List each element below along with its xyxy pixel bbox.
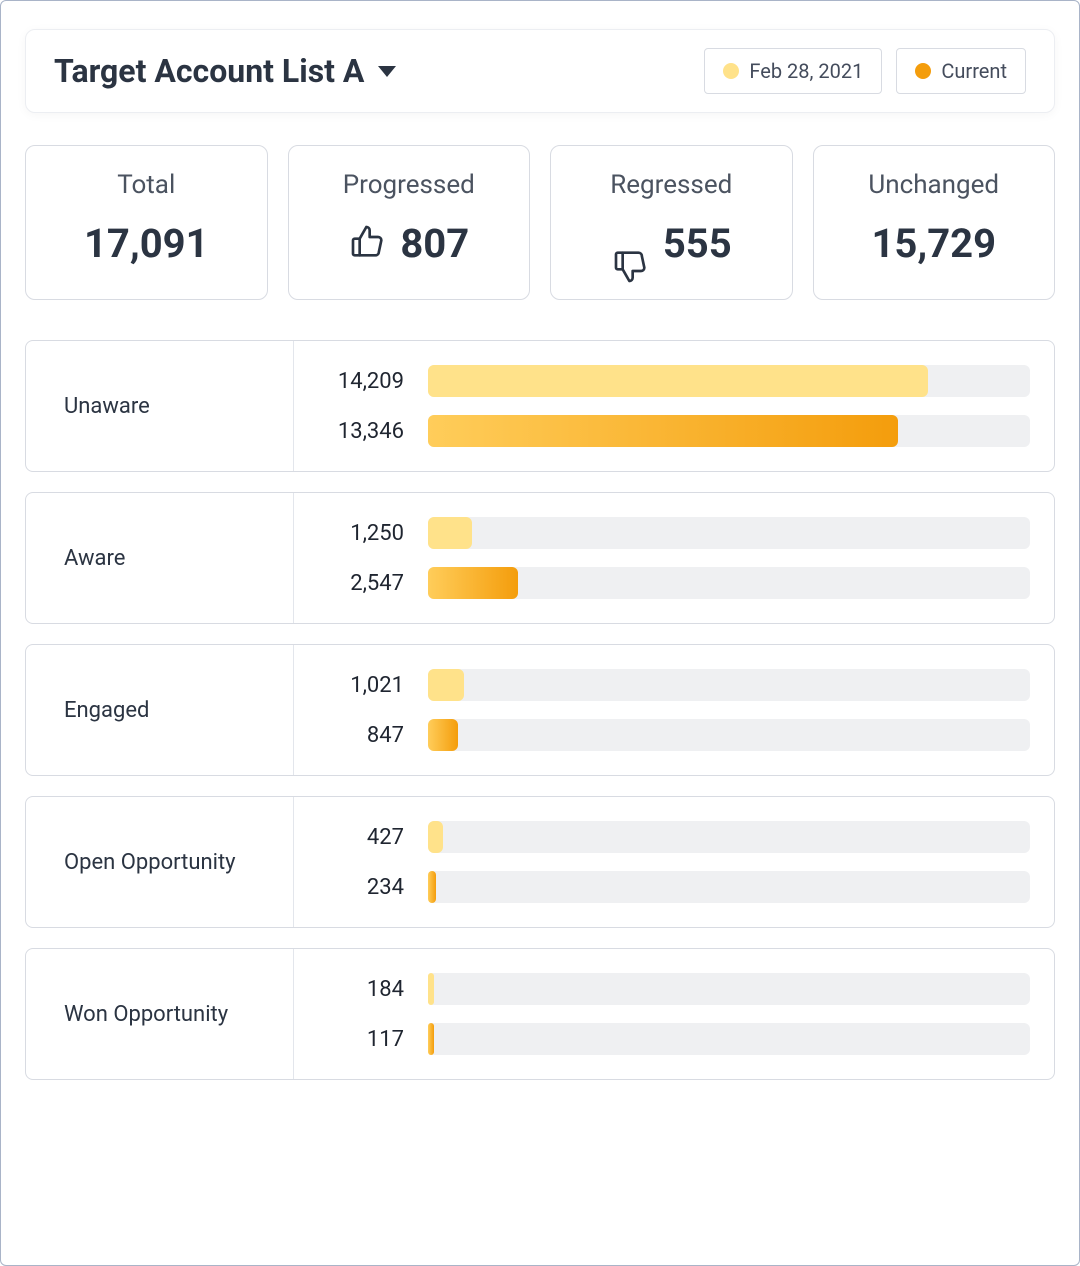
thumb-up-icon (348, 222, 388, 266)
stage-row: Unaware 14,209 13,346 (25, 340, 1055, 472)
stage-bars: 427 234 (294, 797, 1054, 927)
stage-name: Engaged (64, 698, 149, 723)
kpi-value: 15,729 (871, 220, 996, 267)
bar-line-past: 427 (304, 821, 1030, 853)
bar-line-current: 847 (304, 719, 1030, 751)
kpi-card-total: Total 17,091 (25, 145, 268, 300)
legend-past-dot-icon (723, 63, 739, 79)
legend-current-label: Current (941, 59, 1007, 83)
bar-track (428, 871, 1030, 903)
bar-track (428, 669, 1030, 701)
bar-track (428, 517, 1030, 549)
account-list-dropdown[interactable]: Target Account List A (54, 52, 396, 90)
legend-current-pill[interactable]: Current (896, 48, 1026, 94)
bar-value: 14,209 (304, 369, 404, 394)
kpi-label: Regressed (610, 170, 732, 200)
bar-line-past: 184 (304, 973, 1030, 1005)
stage-bars: 1,250 2,547 (294, 493, 1054, 623)
stage-bars: 184 117 (294, 949, 1054, 1079)
legend-current-dot-icon (915, 63, 931, 79)
bar-line-past: 1,250 (304, 517, 1030, 549)
bar-value: 13,346 (304, 419, 404, 444)
kpi-label: Unchanged (868, 170, 999, 200)
stage-name: Unaware (64, 394, 150, 419)
bar-line-past: 1,021 (304, 669, 1030, 701)
bar-fill-current (428, 415, 898, 447)
bar-fill-past (428, 973, 434, 1005)
bar-track (428, 821, 1030, 853)
kpi-card-regressed: Regressed 555 (550, 145, 793, 300)
bar-track (428, 567, 1030, 599)
kpi-label: Progressed (343, 170, 475, 200)
bar-value: 184 (304, 977, 404, 1002)
bar-fill-current (428, 1023, 434, 1055)
account-list-dropdown-label: Target Account List A (54, 52, 364, 90)
bar-fill-past (428, 669, 464, 701)
kpi-row: Total17,091Progressed 807Regressed 555Un… (25, 145, 1055, 300)
legend-past-pill[interactable]: Feb 28, 2021 (704, 48, 882, 94)
stage-row: Engaged 1,021 847 (25, 644, 1055, 776)
bar-line-current: 13,346 (304, 415, 1030, 447)
kpi-value: 17,091 (84, 220, 209, 267)
bar-fill-past (428, 821, 443, 853)
stage-name-cell: Won Opportunity (26, 949, 294, 1079)
bar-value: 1,250 (304, 521, 404, 546)
bar-line-current: 234 (304, 871, 1030, 903)
bar-line-current: 117 (304, 1023, 1030, 1055)
kpi-value-row: 807 (348, 220, 469, 267)
bar-track (428, 719, 1030, 751)
stage-row: Open Opportunity 427 234 (25, 796, 1055, 928)
stage-name-cell: Unaware (26, 341, 294, 471)
kpi-card-unchanged: Unchanged 15,729 (813, 145, 1056, 300)
kpi-value: 555 (663, 220, 732, 267)
stage-name: Open Opportunity (64, 850, 236, 875)
kpi-label: Total (117, 170, 175, 200)
thumb-down-icon (611, 222, 651, 266)
bar-value: 1,021 (304, 673, 404, 698)
bar-fill-current (428, 567, 518, 599)
bar-track (428, 1023, 1030, 1055)
stage-name: Won Opportunity (64, 1002, 228, 1027)
bar-track (428, 415, 1030, 447)
kpi-value-row: 555 (611, 220, 732, 267)
bar-fill-current (428, 871, 436, 903)
header-bar: Target Account List A Feb 28, 2021 Curre… (25, 29, 1055, 113)
bar-value: 427 (304, 825, 404, 850)
stage-name-cell: Aware (26, 493, 294, 623)
bar-value: 234 (304, 875, 404, 900)
kpi-value: 807 (400, 220, 469, 267)
chevron-down-icon (378, 66, 396, 77)
stage-row: Won Opportunity 184 117 (25, 948, 1055, 1080)
bar-value: 2,547 (304, 571, 404, 596)
stage-name-cell: Open Opportunity (26, 797, 294, 927)
kpi-value-row: 17,091 (84, 220, 209, 267)
bar-fill-current (428, 719, 458, 751)
bar-track (428, 365, 1030, 397)
legend-past-label: Feb 28, 2021 (749, 59, 863, 83)
stages-list: Unaware 14,209 13,346 Aware 1,250 2,547 Engage… (25, 340, 1055, 1080)
bar-fill-past (428, 365, 928, 397)
stage-bars: 14,209 13,346 (294, 341, 1054, 471)
kpi-value-row: 15,729 (871, 220, 996, 267)
stage-name: Aware (64, 546, 125, 571)
legend: Feb 28, 2021 Current (704, 48, 1026, 94)
bar-line-current: 2,547 (304, 567, 1030, 599)
stage-bars: 1,021 847 (294, 645, 1054, 775)
stage-name-cell: Engaged (26, 645, 294, 775)
bar-fill-past (428, 517, 472, 549)
bar-value: 847 (304, 723, 404, 748)
bar-track (428, 973, 1030, 1005)
kpi-card-progressed: Progressed 807 (288, 145, 531, 300)
bar-line-past: 14,209 (304, 365, 1030, 397)
stage-row: Aware 1,250 2,547 (25, 492, 1055, 624)
bar-value: 117 (304, 1027, 404, 1052)
dashboard-page: Target Account List A Feb 28, 2021 Curre… (0, 0, 1080, 1266)
